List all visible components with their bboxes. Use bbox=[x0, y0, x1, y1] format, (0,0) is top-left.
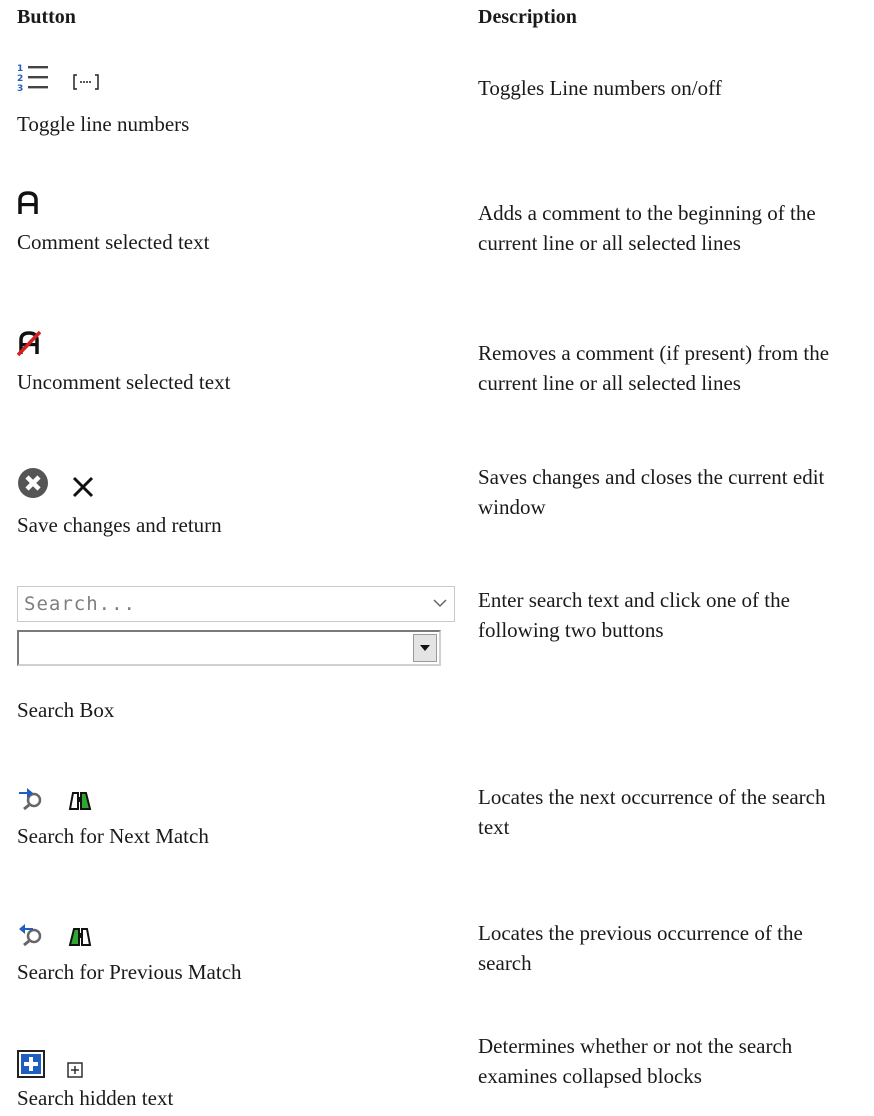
row-label: Search Box bbox=[17, 698, 115, 722]
small-plus-icon[interactable] bbox=[67, 1061, 83, 1083]
expand-plus-icon[interactable] bbox=[17, 1049, 45, 1083]
row-description: Determines whether or not the search exa… bbox=[478, 1034, 793, 1088]
row-label: Comment selected text bbox=[17, 230, 210, 254]
row-label: Search for Previous Match bbox=[17, 960, 242, 984]
row-label: Uncomment selected text bbox=[17, 370, 231, 394]
row-label: Save changes and return bbox=[17, 513, 222, 537]
row-description: Adds a comment to the beginning of the c… bbox=[478, 201, 816, 255]
row-description: Locates the next occurrence of the searc… bbox=[478, 785, 826, 839]
bracket-ellipsis-icon[interactable] bbox=[73, 73, 99, 96]
row-label: Toggle line numbers bbox=[17, 112, 190, 136]
row-description: Saves changes and closes the current edi… bbox=[478, 465, 825, 519]
row-description: Enter search text and click one of the f… bbox=[478, 588, 790, 642]
close-x-icon[interactable] bbox=[71, 475, 95, 504]
uncomment-icon[interactable] bbox=[16, 330, 42, 361]
svg-text:3: 3 bbox=[17, 84, 23, 94]
row-label: Search hidden text bbox=[17, 1086, 174, 1110]
binoculars-next-icon[interactable] bbox=[67, 789, 93, 816]
search-input[interactable]: Search... bbox=[17, 586, 455, 622]
row-description: Toggles Line numbers on/off bbox=[478, 76, 722, 100]
row-description: Removes a comment (if present) from the … bbox=[478, 341, 830, 395]
line-numbers-icon[interactable]: 1 2 3 bbox=[17, 62, 51, 99]
dropdown-arrow-icon[interactable] bbox=[413, 634, 437, 662]
search-previous-icon[interactable] bbox=[17, 920, 45, 951]
comment-icon[interactable] bbox=[17, 190, 39, 221]
search-combo-box[interactable] bbox=[17, 630, 441, 666]
binoculars-previous-icon[interactable] bbox=[67, 925, 93, 952]
search-next-icon[interactable] bbox=[17, 784, 45, 815]
row-label: Search for Next Match bbox=[17, 824, 209, 848]
search-placeholder: Search... bbox=[24, 593, 136, 615]
chevron-down-icon[interactable] bbox=[432, 596, 448, 615]
close-circle-icon[interactable] bbox=[17, 467, 49, 504]
header-button: Button bbox=[17, 6, 76, 28]
svg-text:2: 2 bbox=[17, 74, 23, 84]
row-description: Locates the previous occurrence of the s… bbox=[478, 921, 803, 975]
svg-text:1: 1 bbox=[17, 64, 23, 74]
header-description: Description bbox=[478, 6, 577, 28]
